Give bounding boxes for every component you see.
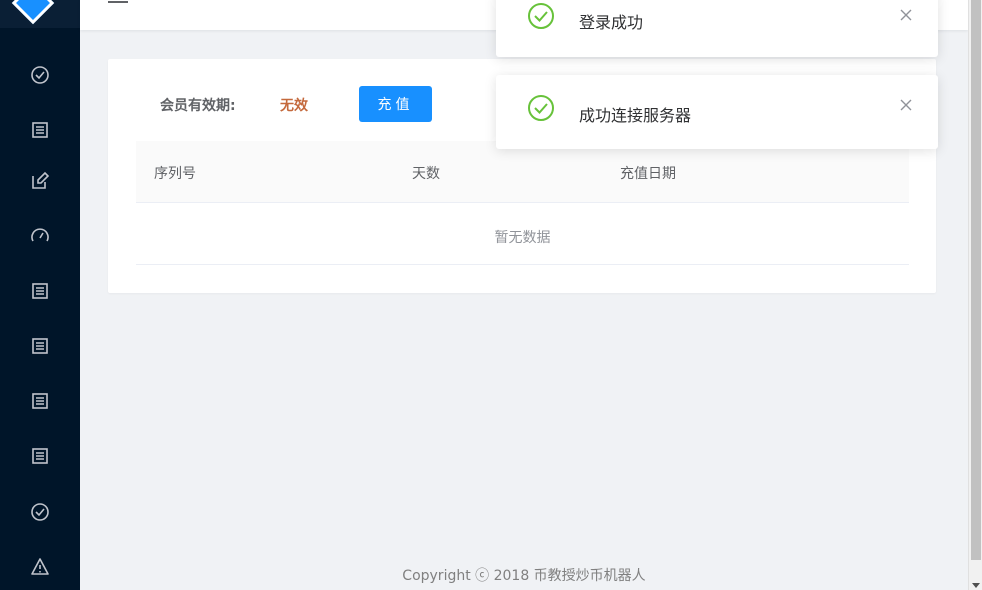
column-header-date: 充值日期 <box>620 166 676 182</box>
table-body: 暂无数据 <box>136 203 909 265</box>
logo-icon <box>11 0 55 25</box>
sidebar-item-3[interactable] <box>0 159 80 203</box>
warning-icon <box>31 558 49 575</box>
list-icon <box>32 448 48 464</box>
sidebar-item-2[interactable] <box>0 108 80 152</box>
footer-copyright: Copyright ⓒ 2018 币教授炒币机器人 <box>402 568 646 584</box>
sidebar-item-5[interactable] <box>0 269 80 313</box>
close-icon[interactable] <box>900 9 912 21</box>
check-circle-icon <box>31 503 49 521</box>
list-icon <box>32 393 48 409</box>
logo[interactable] <box>0 0 80 28</box>
table-header: 序列号 天数 充值日期 <box>136 141 909 203</box>
list-icon <box>32 338 48 354</box>
sidebar-item-4[interactable] <box>0 214 80 258</box>
success-check-icon <box>528 95 554 121</box>
notification-login-success: 登录成功 <box>496 0 938 57</box>
recharge-table: 序列号 天数 充值日期 暂无数据 <box>136 141 909 265</box>
sidebar-item-10[interactable] <box>0 545 80 589</box>
empty-table-text: 暂无数据 <box>494 230 551 246</box>
scrollbar-thumb[interactable] <box>971 0 981 560</box>
sidebar-item-9[interactable] <box>0 490 80 534</box>
edit-icon <box>32 171 50 189</box>
menu-toggle-icon[interactable] <box>108 0 128 3</box>
sidebar-item-7[interactable] <box>0 379 80 423</box>
member-expiry-value: 无效 <box>280 98 308 114</box>
scroll-down-arrow-icon[interactable] <box>972 583 980 588</box>
sidebar <box>0 0 80 590</box>
member-expiry-label: 会员有效期: <box>160 98 236 114</box>
recharge-button[interactable]: 充值 <box>359 86 432 122</box>
sidebar-item-8[interactable] <box>0 434 80 478</box>
dashboard-icon <box>31 228 49 242</box>
list-icon <box>32 122 48 138</box>
success-check-icon <box>528 3 554 29</box>
notification-message: 登录成功 <box>579 13 644 32</box>
check-circle-icon <box>31 66 49 84</box>
notification-message: 成功连接服务器 <box>579 106 692 125</box>
column-header-serial: 序列号 <box>154 166 196 182</box>
list-icon <box>32 283 48 299</box>
sidebar-item-1[interactable] <box>0 53 80 97</box>
notification-server-connected: 成功连接服务器 <box>496 75 938 149</box>
close-icon[interactable] <box>900 99 912 111</box>
column-header-days: 天数 <box>412 166 440 182</box>
sidebar-item-6[interactable] <box>0 324 80 368</box>
page-scrollbar[interactable] <box>968 0 982 590</box>
